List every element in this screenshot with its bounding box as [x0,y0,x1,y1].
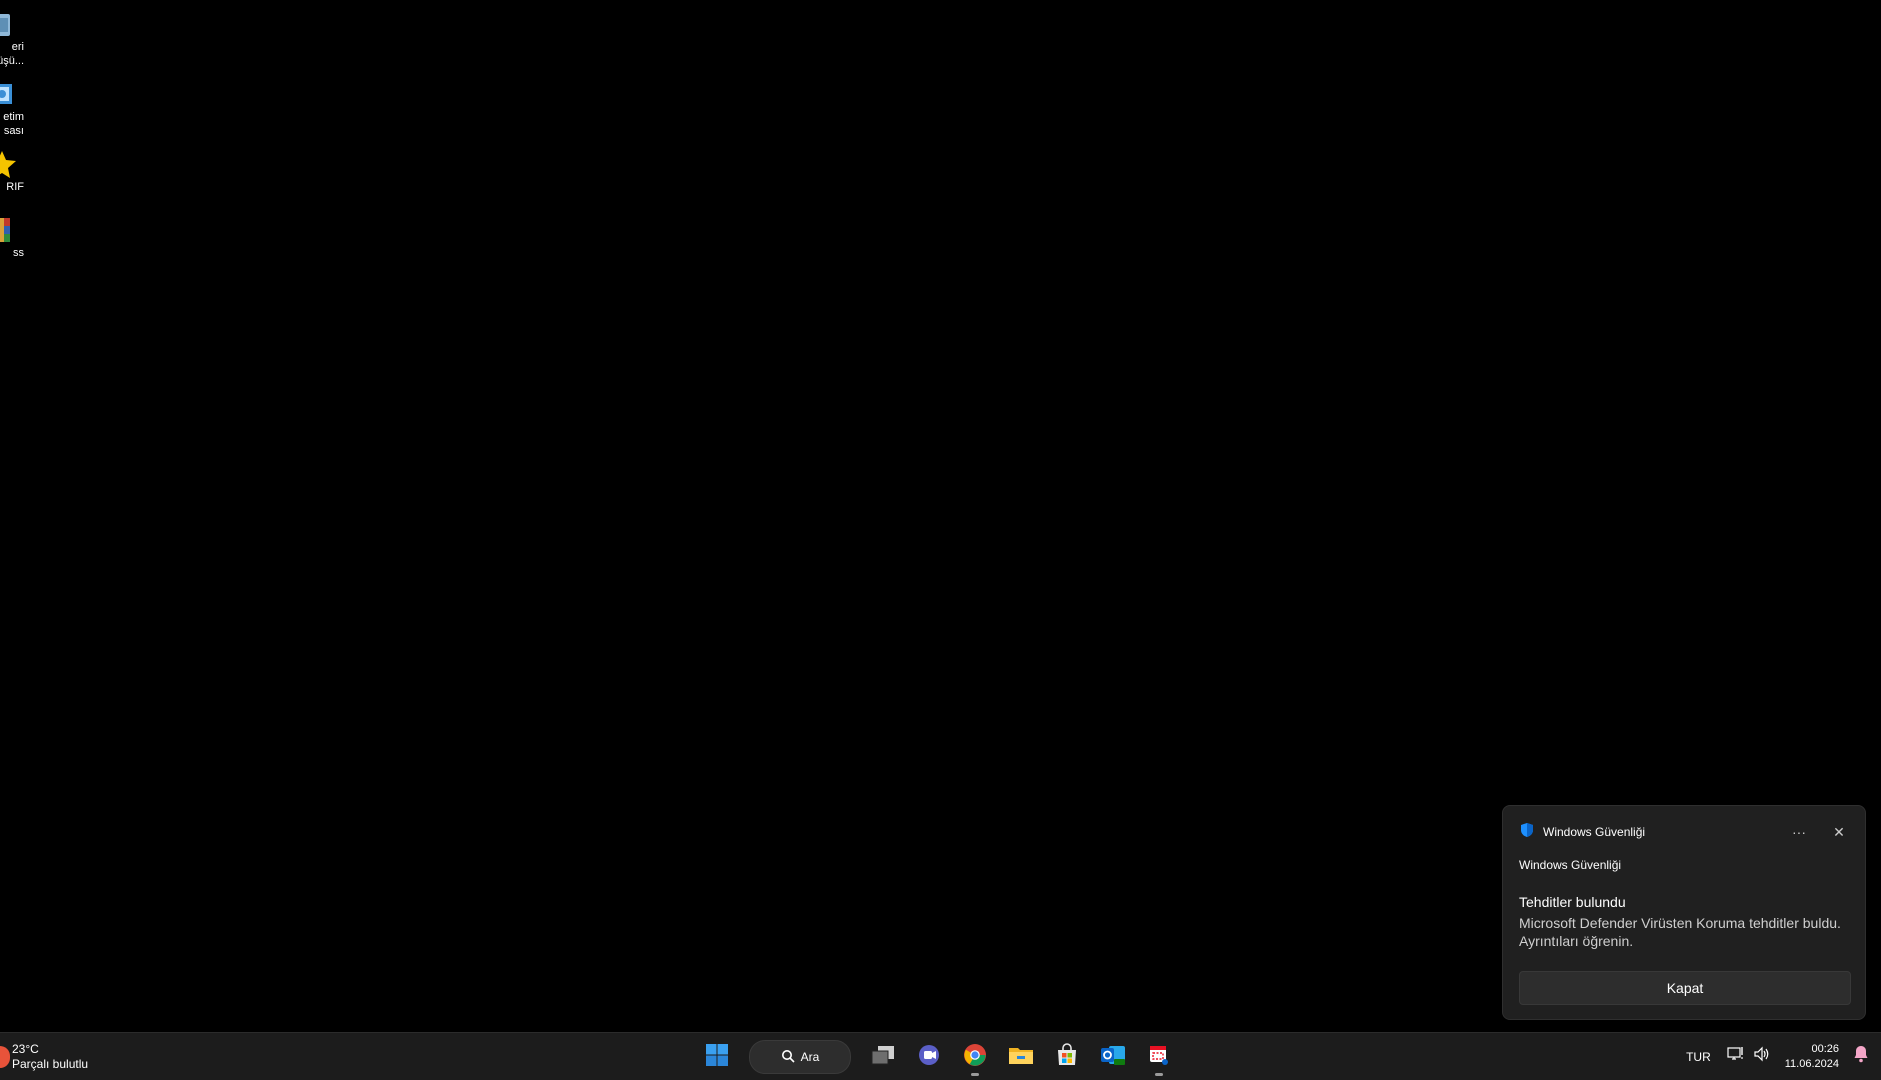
search-icon [781,1049,795,1066]
taskbar-search[interactable]: Ara [749,1040,851,1074]
toast-app-name: Windows Güvenliği [1543,825,1646,839]
snipping-tool-button[interactable] [1139,1037,1179,1077]
teams-button[interactable] [909,1037,949,1077]
taskbar-apps: Ara [697,1037,1179,1077]
network-icon[interactable] [1727,1046,1745,1067]
bell-icon [1853,1045,1869,1068]
volume-icon[interactable] [1753,1046,1771,1067]
system-tray: TUR 00:26 11.06.2024 [1686,1033,1881,1080]
desktop-icon-label: RIF [6,181,24,193]
search-label: Ara [800,1050,820,1064]
desktop-icon-recycle-bin[interactable]: eri üşü... [0,8,28,68]
chrome-button[interactable] [955,1037,995,1077]
dismiss-button[interactable]: Kapat [1519,971,1851,1005]
toast-body: Microsoft Defender Virüsten Koruma tehdi… [1519,915,1841,949]
store-button[interactable] [1047,1037,1087,1077]
chrome-icon [963,1043,987,1072]
start-button[interactable] [697,1037,737,1077]
folder-icon [1008,1044,1034,1071]
taskbar: 23°C Parçalı bulutlu Ara TUR 00:26 11.06… [0,1032,1881,1080]
windows-start-icon [705,1043,729,1072]
teams-icon [917,1043,941,1072]
input-language-indicator[interactable]: TUR [1686,1050,1711,1064]
desktop-icon-label: etim sası [3,111,24,137]
store-icon [1055,1042,1079,1072]
task-view-icon [870,1044,896,1071]
notification-center-button[interactable] [1849,1045,1873,1068]
security-notification-toast[interactable]: Windows Güvenliği ··· ✕ Windows Güvenliğ… [1502,805,1866,1020]
file-explorer-button[interactable] [1001,1037,1041,1077]
desktop-icon-label: eri üşü... [0,41,24,67]
clock-time: 00:26 [1811,1042,1839,1055]
star-shortcut-icon [0,148,18,180]
desktop-icon-winrar[interactable]: ss [0,214,28,260]
outlook-button[interactable] [1093,1037,1133,1077]
weather-temperature: 23°C [12,1042,39,1056]
weather-icon [0,1046,10,1068]
clock-date: 11.06.2024 [1784,1057,1839,1070]
toast-subheader: Windows Güvenliği [1519,858,1622,872]
weather-widget[interactable]: 23°C Parçalı bulutlu [0,1039,88,1075]
desktop-icon-control-panel[interactable]: etim sası [0,78,28,138]
clock[interactable]: 00:26 11.06.2024 [1785,1042,1839,1072]
recycle-bin-icon [0,8,18,40]
task-view-button[interactable] [863,1037,903,1077]
control-panel-icon [0,78,18,110]
weather-condition: Parçalı bulutlu [12,1057,89,1071]
close-icon[interactable]: ✕ [1825,820,1853,844]
shield-icon [1519,822,1535,843]
winrar-icon [0,214,18,246]
outlook-icon [1100,1043,1126,1072]
toast-title: Tehditler bulundu [1519,894,1626,910]
desktop-icon-label: ss [13,247,24,259]
snipping-tool-icon [1147,1043,1171,1072]
toast-header: Windows Güvenliği ··· ✕ [1519,820,1853,844]
desktop-icon-star-shortcut[interactable]: RIF [0,148,28,194]
more-options-button[interactable]: ··· [1785,820,1813,844]
